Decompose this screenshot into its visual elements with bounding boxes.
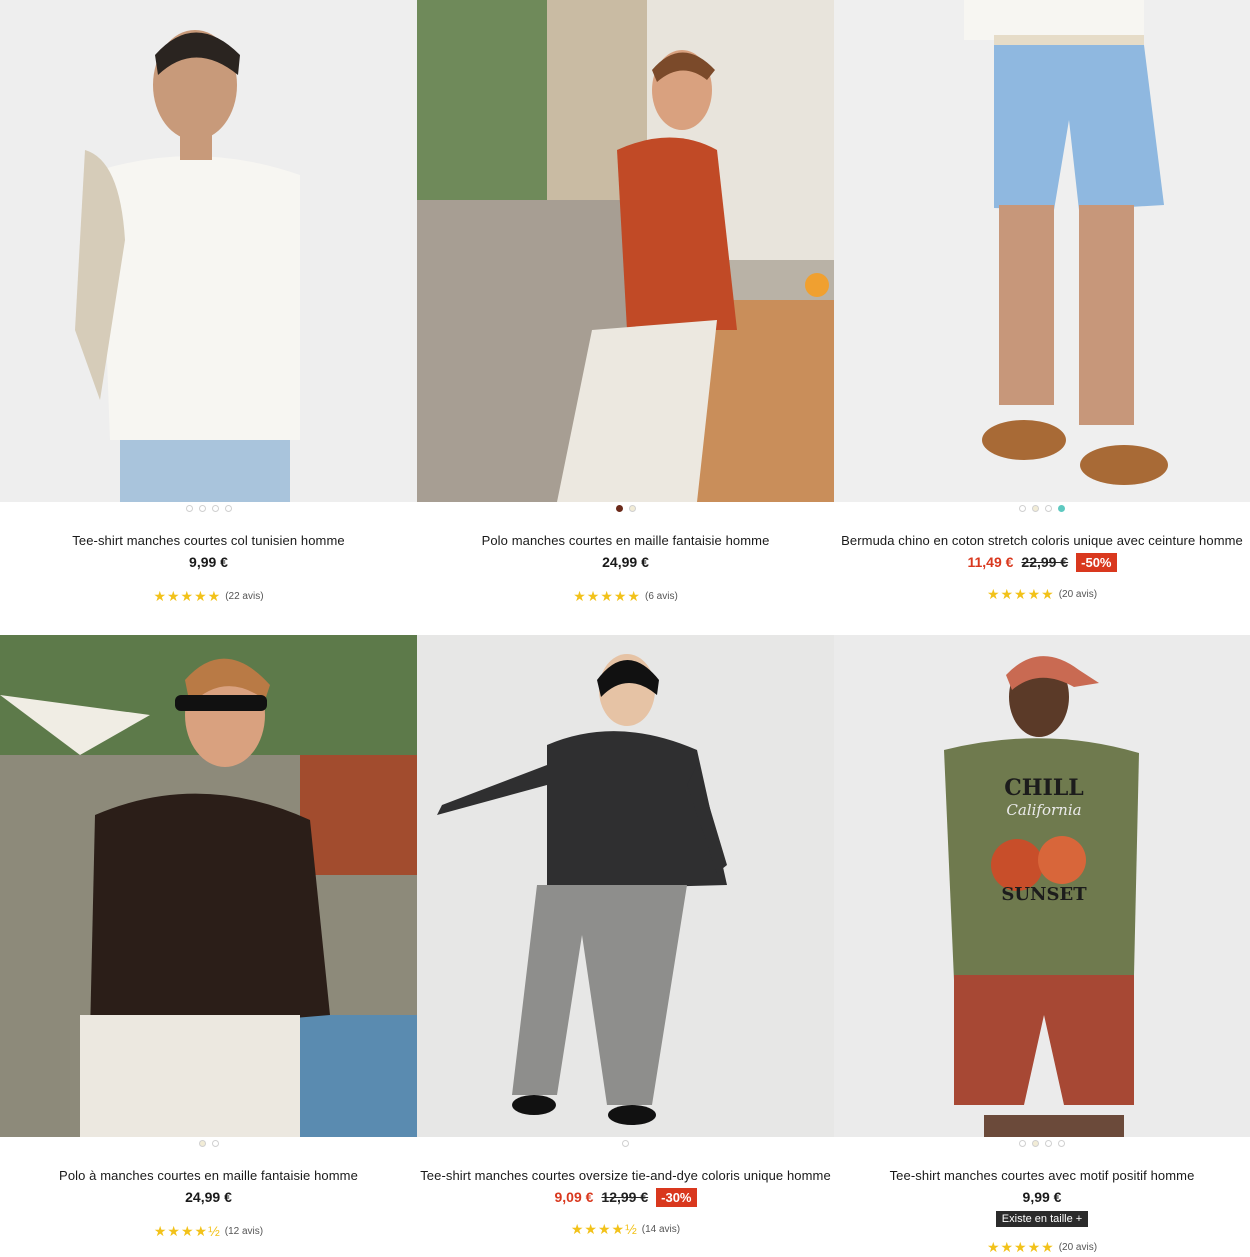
review-count: (22 avis) bbox=[225, 591, 264, 602]
product-card[interactable]: Tee-shirt manches courtes col tunisien h… bbox=[0, 0, 417, 635]
product-title[interactable]: Bermuda chino en coton stretch coloris u… bbox=[834, 533, 1250, 548]
color-swatch[interactable] bbox=[1032, 1140, 1039, 1147]
product-card[interactable]: Tee-shirt manches courtes oversize tie-a… bbox=[417, 635, 834, 1257]
color-swatch[interactable] bbox=[198, 1140, 206, 1147]
product-price: 24,99 € bbox=[602, 554, 649, 570]
color-swatches[interactable] bbox=[0, 1140, 417, 1150]
product-card[interactable]: Bermuda chino en coton stretch coloris u… bbox=[834, 0, 1250, 635]
color-swatch[interactable] bbox=[1058, 1140, 1065, 1147]
review-count: (20 avis) bbox=[1058, 589, 1098, 600]
product-image[interactable] bbox=[417, 635, 834, 1137]
product-title[interactable]: Tee-shirt manches courtes col tunisien h… bbox=[0, 533, 417, 548]
product-card[interactable]: Polo à manches courtes en maille fantais… bbox=[0, 635, 417, 1257]
discount-badge: -30% bbox=[656, 1187, 697, 1207]
product-grid: Tee-shirt manches courtes col tunisien h… bbox=[0, 0, 1250, 1257]
product-image[interactable] bbox=[417, 0, 834, 502]
price: 9,99 € bbox=[0, 552, 417, 572]
review-count: (20 avis) bbox=[1058, 1242, 1098, 1253]
rating[interactable]: ★★★★★ (20 avis) bbox=[834, 1239, 1250, 1256]
color-swatch[interactable] bbox=[185, 505, 193, 512]
rating[interactable]: ★★★★½ (14 avis) bbox=[417, 1221, 834, 1238]
product-title[interactable]: Polo manches courtes en maille fantaisie… bbox=[417, 533, 834, 548]
price: 24,99 € bbox=[417, 552, 834, 572]
star-rating-icon: ★★★★★ bbox=[986, 1239, 1055, 1255]
sale-price: 11,49 € bbox=[967, 554, 1014, 570]
product-card[interactable]: Polo manches courtes en maille fantaisie… bbox=[417, 0, 834, 635]
color-swatches[interactable] bbox=[0, 505, 417, 515]
rating[interactable]: ★★★★★ (22 avis) bbox=[0, 588, 417, 605]
star-rating-icon: ★★★★½ bbox=[153, 1223, 221, 1239]
color-swatch[interactable] bbox=[615, 505, 623, 512]
color-swatch[interactable] bbox=[198, 505, 206, 512]
price: 24,99 € bbox=[0, 1187, 417, 1207]
star-rating-icon: ★★★★★ bbox=[153, 588, 222, 604]
color-swatch[interactable] bbox=[211, 505, 219, 512]
price: 9,99 € bbox=[834, 1187, 1250, 1207]
product-price: 9,99 € bbox=[189, 554, 228, 570]
old-price: 12,99 € bbox=[601, 1189, 649, 1205]
product-card[interactable]: CHILL California SUNSET Tee-shirt manche… bbox=[834, 635, 1250, 1257]
color-swatch[interactable] bbox=[1058, 505, 1065, 512]
review-count: (6 avis) bbox=[644, 591, 678, 602]
product-price: 9,99 € bbox=[1022, 1189, 1062, 1205]
color-swatch[interactable] bbox=[1019, 505, 1026, 512]
rating[interactable]: ★★★★★ (20 avis) bbox=[834, 586, 1250, 603]
color-swatches[interactable] bbox=[834, 1140, 1250, 1150]
product-image[interactable] bbox=[0, 0, 417, 502]
star-rating-icon: ★★★★½ bbox=[570, 1221, 638, 1237]
color-swatch[interactable] bbox=[224, 505, 232, 512]
discount-badge: -50% bbox=[1076, 552, 1117, 572]
color-swatches[interactable] bbox=[834, 505, 1250, 515]
sale-price: 9,09 € bbox=[554, 1189, 594, 1205]
star-rating-icon: ★★★★★ bbox=[573, 588, 641, 604]
product-image[interactable] bbox=[0, 635, 417, 1137]
tee-print-chill: CHILL bbox=[1004, 775, 1084, 801]
size-plus-badge[interactable]: Existe en taille + bbox=[995, 1211, 1089, 1227]
tee-print-sunset: SUNSET bbox=[1001, 884, 1087, 905]
rating[interactable]: ★★★★½ (12 avis) bbox=[0, 1223, 417, 1240]
price: 9,09 € 12,99 € -30% bbox=[417, 1187, 834, 1207]
tee-print-california: California bbox=[1006, 801, 1081, 819]
color-swatches[interactable] bbox=[417, 505, 834, 515]
product-image[interactable]: CHILL California SUNSET bbox=[834, 635, 1250, 1137]
color-swatch[interactable] bbox=[622, 1140, 629, 1147]
product-title[interactable]: Polo à manches courtes en maille fantais… bbox=[0, 1168, 417, 1183]
color-swatches[interactable] bbox=[417, 1140, 834, 1150]
star-rating-icon: ★★★★★ bbox=[986, 586, 1055, 602]
product-image[interactable] bbox=[834, 0, 1250, 502]
color-swatch[interactable] bbox=[1045, 1140, 1052, 1147]
review-count: (12 avis) bbox=[224, 1226, 264, 1237]
rating[interactable]: ★★★★★ (6 avis) bbox=[417, 588, 834, 605]
review-count: (14 avis) bbox=[641, 1224, 681, 1235]
color-swatch[interactable] bbox=[1019, 1140, 1026, 1147]
color-swatch[interactable] bbox=[1045, 505, 1052, 512]
price: 11,49 € 22,99 € -50% bbox=[834, 552, 1250, 572]
old-price: 22,99 € bbox=[1021, 554, 1069, 570]
product-title[interactable]: Tee-shirt manches courtes avec motif pos… bbox=[834, 1168, 1250, 1183]
color-swatch[interactable] bbox=[1032, 505, 1039, 512]
color-swatch[interactable] bbox=[211, 1140, 219, 1147]
color-swatch[interactable] bbox=[628, 505, 636, 512]
product-price: 24,99 € bbox=[185, 1189, 232, 1205]
product-title[interactable]: Tee-shirt manches courtes oversize tie-a… bbox=[417, 1168, 834, 1183]
